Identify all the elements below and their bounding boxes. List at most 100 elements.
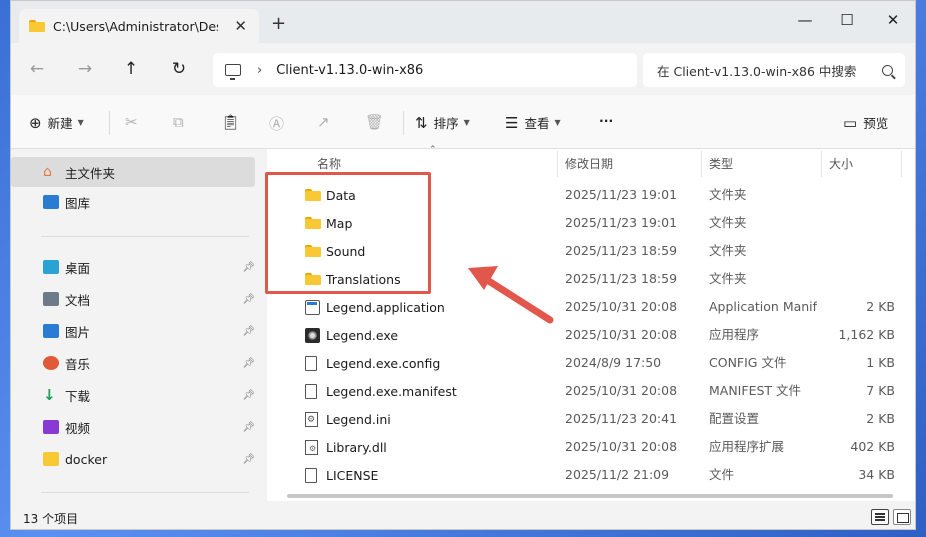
tab-active[interactable]: C:\Users\Administrator\Desktop ✕ — [19, 9, 259, 43]
share-button[interactable]: ↗ — [317, 113, 336, 131]
up-arrow-icon[interactable]: ↑ — [121, 59, 141, 79]
home-icon: ⌂ — [43, 164, 52, 180]
search-input[interactable]: 在 Client-v1.13.0-win-x86 中搜索 — [643, 53, 905, 87]
sidebar-item-docker[interactable]: docker 📌︎ — [11, 444, 255, 474]
plus-circle-icon: ⊕ — [29, 113, 42, 132]
sidebar-item-home[interactable]: ⌂ 主文件夹 — [11, 157, 255, 187]
view-button[interactable]: ☰ 查看 ▼ — [505, 113, 561, 132]
toolbar-divider — [403, 111, 404, 135]
tab-close-icon[interactable]: ✕ — [234, 17, 247, 35]
maximize-button[interactable]: ☐ — [837, 11, 857, 29]
file-type: CONFIG 文件 — [709, 355, 787, 370]
pin-icon[interactable]: 📌︎ — [242, 294, 255, 305]
file-type: 应用程序 — [709, 327, 760, 342]
file-name-cell[interactable]: Legend.exe.manifest — [305, 377, 457, 405]
tiles-view-button[interactable] — [893, 509, 911, 525]
new-button[interactable]: ⊕ 新建 ▼ — [29, 113, 84, 132]
preview-pane-button[interactable]: ▭ 预览 — [843, 113, 888, 132]
close-button[interactable]: ✕ — [883, 11, 903, 29]
column-header-date[interactable]: 修改日期 — [565, 149, 613, 177]
file-name: Legend.ini — [326, 411, 391, 427]
column-divider[interactable] — [901, 151, 902, 177]
cut-button[interactable]: ✂ — [125, 113, 144, 131]
refresh-icon[interactable]: ↻ — [169, 59, 189, 79]
table-row[interactable]: Legend.application 2025/10/31 20:08 Applic… — [267, 293, 907, 321]
toolbar-divider — [109, 111, 110, 135]
sidebar-item-music[interactable]: 音乐 📌︎ — [11, 348, 255, 378]
title-bar: C:\Users\Administrator\Desktop ✕ + — ☐ ✕ — [11, 1, 915, 43]
copy-button[interactable]: ⧉ — [173, 113, 190, 131]
sidebar-item-gallery[interactable]: 图库 — [11, 187, 255, 217]
gallery-icon — [43, 195, 59, 209]
file-date: 2024/8/9 17:50 — [565, 355, 662, 370]
column-divider[interactable] — [557, 151, 558, 177]
file-name-cell[interactable]: Legend.ini — [305, 405, 391, 433]
sidebar-item-label: 主文件夹 — [65, 165, 116, 181]
table-row[interactable]: Legend.exe.manifest 2025/10/31 20:08 MANIF… — [267, 377, 907, 405]
forward-arrow-icon[interactable]: → — [75, 59, 95, 79]
minimize-button[interactable]: — — [795, 11, 815, 29]
downloads-icon: ↓ — [43, 386, 56, 404]
file-name: Legend.exe.config — [326, 355, 441, 371]
sidebar-item-downloads[interactable]: ↓ 下载 📌︎ — [11, 380, 255, 410]
address-bar[interactable]: › Client-v1.13.0-win-x86 — [213, 53, 637, 87]
file-type: 文件夹 — [709, 243, 747, 258]
status-bar: 13 个项目 — [11, 501, 915, 529]
column-divider[interactable] — [701, 151, 702, 177]
delete-button[interactable]: 🗑︎ — [365, 113, 390, 131]
file-date: 2025/10/31 20:08 — [565, 439, 678, 454]
sort-button[interactable]: ⇅ 排序 ▼ — [415, 113, 470, 132]
back-arrow-icon[interactable]: ← — [27, 59, 47, 79]
file-name-cell[interactable]: Library.dll — [305, 433, 387, 461]
file-type: MANIFEST 文件 — [709, 383, 802, 398]
annotation-arrow — [468, 266, 554, 324]
sidebar-item-label: docker — [65, 451, 108, 467]
vertical-scrollbar[interactable] — [915, 169, 916, 459]
paste-button[interactable]: 📋︎ — [221, 113, 246, 131]
application-manifest-icon — [305, 299, 321, 315]
horizontal-scrollbar[interactable] — [287, 494, 893, 498]
preview-pane-icon: ▭ — [843, 113, 858, 132]
videos-icon — [43, 420, 59, 434]
file-name-cell[interactable]: LICENSE — [305, 461, 378, 489]
sidebar-item-pictures[interactable]: 图片 📌︎ — [11, 316, 255, 346]
details-view-button[interactable] — [871, 509, 889, 525]
pin-icon[interactable]: 📌︎ — [242, 422, 255, 433]
sidebar-item-videos[interactable]: 视频 📌︎ — [11, 412, 255, 442]
sidebar-item-documents[interactable]: 文档 📌︎ — [11, 284, 255, 314]
table-row[interactable]: Legend.exe 2025/10/31 20:08 应用程序 1,162 KB — [267, 321, 907, 349]
sidebar-item-label: 音乐 — [65, 356, 91, 372]
table-row[interactable]: Library.dll 2025/10/31 20:08 应用程序扩展 402 KB — [267, 433, 907, 461]
column-header-size[interactable]: 大小 — [829, 149, 853, 177]
table-row[interactable]: LICENSE 2025/11/2 21:09 文件 34 KB — [267, 461, 907, 489]
pin-icon[interactable]: 📌︎ — [242, 326, 255, 337]
new-tab-button[interactable]: + — [271, 13, 286, 34]
ini-icon — [305, 411, 321, 427]
sidebar-item-label: 图片 — [65, 324, 91, 340]
chevron-right-icon[interactable]: › — [257, 63, 262, 78]
sidebar-item-label: 文档 — [65, 292, 91, 308]
pin-icon[interactable]: 📌︎ — [242, 358, 255, 369]
pin-icon[interactable]: 📌︎ — [242, 390, 255, 401]
table-row[interactable]: Legend.exe.config 2024/8/9 17:50 CONFIG 文件… — [267, 349, 907, 377]
file-name-cell[interactable]: Legend.application — [305, 293, 445, 321]
sidebar-item-desktop[interactable]: 桌面 📌︎ — [11, 252, 255, 282]
file-type: 配置设置 — [709, 411, 760, 426]
breadcrumb-current[interactable]: Client-v1.13.0-win-x86 — [276, 63, 423, 78]
table-row[interactable]: Legend.ini 2025/11/23 20:41 配置设置 2 KB — [267, 405, 907, 433]
column-divider[interactable] — [821, 151, 822, 177]
file-name-cell[interactable]: Legend.exe.config — [305, 349, 440, 377]
navigation-pane: ⌂ 主文件夹 图库 桌面 📌︎ 文档 📌︎ 图片 📌︎ 音乐 📌︎ ↓ 下载 📌… — [11, 149, 259, 501]
sidebar-item-label: 视频 — [65, 420, 91, 436]
pin-icon[interactable]: 📌︎ — [242, 454, 255, 465]
more-icon: ··· — [599, 113, 614, 128]
file-date: 2025/11/23 20:41 — [565, 411, 678, 426]
sidebar-item-label: 图库 — [65, 195, 91, 211]
file-name-cell[interactable]: Legend.exe — [305, 321, 398, 349]
rename-button[interactable]: Ⓐ — [269, 113, 290, 134]
column-header-type[interactable]: 类型 — [709, 149, 733, 177]
pin-icon[interactable]: 📌︎ — [242, 262, 255, 273]
chevron-down-icon: ▼ — [77, 118, 84, 127]
clipboard-icon: 📋︎ — [221, 113, 241, 131]
more-options-button[interactable]: ··· — [599, 113, 613, 128]
